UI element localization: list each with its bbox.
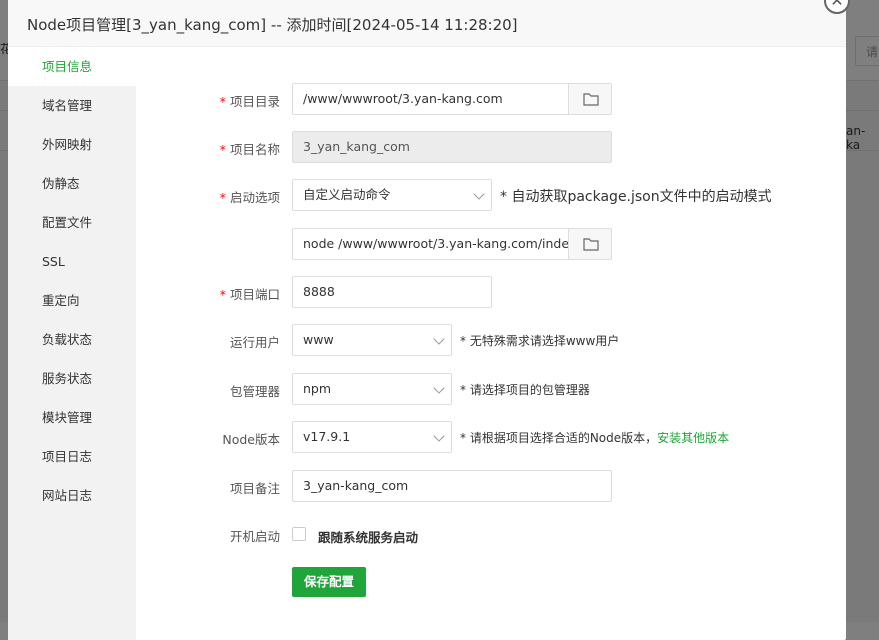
sidebar-item-site-log[interactable]: 网站日志 (8, 476, 136, 515)
install-other-version-link[interactable]: 安装其他版本 (657, 431, 729, 445)
sidebar-item-modules[interactable]: 模块管理 (8, 398, 136, 437)
start-option-select[interactable]: 自定义启动命令 (292, 179, 492, 211)
run-user-hint: * 无特殊需求请选择www用户 (460, 334, 620, 348)
run-user-label: 运行用户 (229, 335, 280, 350)
start-command-input[interactable]: node /www/wwwroot/3.yan-kang.com/index.j… (292, 228, 570, 260)
folder-icon (583, 93, 599, 106)
package-manager-value: npm (303, 381, 332, 396)
port-input[interactable]: 8888 (292, 276, 492, 308)
node-version-hint: * 请根据项目选择合适的Node版本，安装其他版本 (460, 431, 730, 445)
node-version-value: v17.9.1 (303, 429, 351, 444)
sidebar-item-project-info[interactable]: 项目信息 (8, 47, 136, 86)
close-icon: ✕ (830, 0, 844, 10)
run-user-select[interactable]: www (292, 324, 452, 356)
sidebar-item-external-mapping[interactable]: 外网映射 (8, 125, 136, 164)
start-command-browse-button[interactable] (568, 228, 612, 260)
modal-close-button[interactable]: ✕ (824, 0, 850, 14)
sidebar-item-service-status[interactable]: 服务状态 (8, 359, 136, 398)
sidebar-item-redirect[interactable]: 重定向 (8, 281, 136, 320)
remark-input[interactable]: 3_yan-kang_com (292, 470, 612, 502)
sidebar-item-domain[interactable]: 域名管理 (8, 86, 136, 125)
sidebar-item-project-log[interactable]: 项目日志 (8, 437, 136, 476)
sidebar-item-load-status[interactable]: 负载状态 (8, 320, 136, 359)
node-version-select[interactable]: v17.9.1 (292, 421, 452, 453)
project-dir-browse-button[interactable] (568, 83, 612, 115)
port-label: * 项目端口 (219, 287, 280, 302)
chevron-down-icon (433, 382, 445, 394)
project-dir-label: * 项目目录 (219, 94, 280, 109)
sidebar-item-ssl[interactable]: SSL (8, 242, 136, 281)
save-config-button[interactable]: 保存配置 (292, 567, 366, 597)
node-version-label: Node版本 (222, 432, 280, 447)
run-user-value: www (303, 332, 334, 347)
boot-start-checkbox-label[interactable]: 跟随系统服务启动 (318, 527, 418, 546)
project-info-form: * 项目目录 /www/wwwroot/3.yan-kang.com * 项目名称 … (136, 47, 846, 640)
modal-title: Node项目管理[3_yan_kang_com] -- 添加时间[2024-05… (27, 16, 518, 34)
start-option-label: * 启动选项 (219, 190, 280, 205)
start-option-value: 自定义启动命令 (303, 187, 391, 202)
node-project-modal: Node项目管理[3_yan_kang_com] -- 添加时间[2024-05… (8, 0, 846, 640)
folder-icon (583, 238, 599, 251)
chevron-down-icon (433, 333, 445, 345)
package-manager-select[interactable]: npm (292, 373, 452, 405)
sidebar-item-rewrite[interactable]: 伪静态 (8, 164, 136, 203)
modal-header: Node项目管理[3_yan_kang_com] -- 添加时间[2024-05… (8, 0, 846, 47)
start-option-hint: * 自动获取package.json文件中的启动模式 (500, 189, 772, 205)
project-name-label: * 项目名称 (219, 142, 280, 157)
boot-start-label: 开机启动 (229, 529, 280, 544)
sidebar-item-config-file[interactable]: 配置文件 (8, 203, 136, 242)
project-dir-input[interactable]: /www/wwwroot/3.yan-kang.com (292, 83, 570, 115)
package-manager-label: 包管理器 (229, 384, 280, 399)
chevron-down-icon (473, 188, 485, 200)
package-manager-hint: * 请选择项目的包管理器 (460, 383, 590, 397)
remark-label: 项目备注 (229, 481, 280, 496)
settings-sidebar: 项目信息 域名管理 外网映射 伪静态 配置文件 SSL 重定向 负载状态 服务状… (8, 47, 136, 640)
project-name-input: 3_yan_kang_com (292, 131, 612, 163)
chevron-down-icon (433, 430, 445, 442)
boot-start-checkbox[interactable] (292, 527, 306, 541)
